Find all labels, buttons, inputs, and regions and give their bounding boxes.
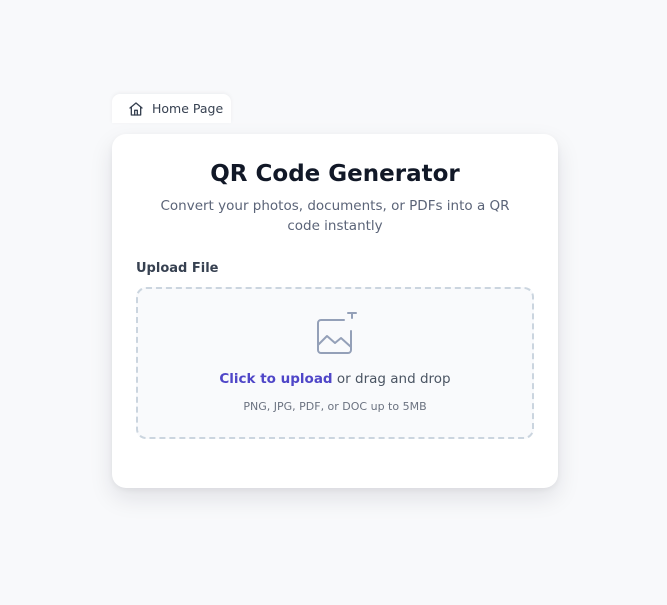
home-page-label: Home Page xyxy=(152,101,224,116)
file-type-hint: PNG, JPG, PDF, or DOC up to 5MB xyxy=(243,400,427,413)
page-title: QR Code Generator xyxy=(210,161,460,187)
upload-file-label: Upload File xyxy=(136,261,219,276)
home-icon xyxy=(129,101,143,116)
drag-and-drop-text: or drag and drop xyxy=(332,371,451,387)
upload-instructions: Click to upload or drag and drop xyxy=(138,371,532,387)
page-subtitle: Convert your photos, documents, or PDFs … xyxy=(160,198,510,234)
click-to-upload-link[interactable]: Click to upload xyxy=(219,371,332,387)
file-dropzone[interactable]: Click to upload or drag and drop PNG, JP… xyxy=(136,287,534,439)
qr-generator-card: QR Code Generator Convert your photos, d… xyxy=(112,134,558,488)
home-page-tab[interactable]: Home Page xyxy=(112,94,231,123)
image-upload-icon xyxy=(317,312,357,354)
